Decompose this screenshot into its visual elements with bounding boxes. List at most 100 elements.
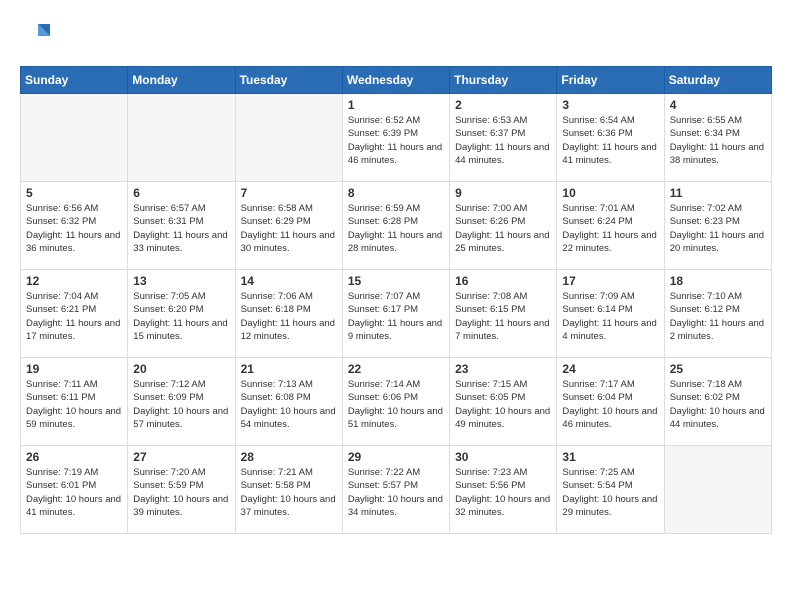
day-info: Sunrise: 7:15 AMSunset: 6:05 PMDaylight:… (455, 378, 551, 431)
calendar-day: 12 Sunrise: 7:04 AMSunset: 6:21 PMDayligh… (21, 270, 128, 358)
day-number: 21 (241, 362, 337, 376)
weekday-header: Wednesday (342, 67, 449, 94)
day-info: Sunrise: 7:08 AMSunset: 6:15 PMDaylight:… (455, 290, 551, 343)
day-number: 8 (348, 186, 444, 200)
day-number: 3 (562, 98, 658, 112)
calendar-day: 18 Sunrise: 7:10 AMSunset: 6:12 PMDayligh… (664, 270, 771, 358)
day-info: Sunrise: 7:11 AMSunset: 6:11 PMDaylight:… (26, 378, 122, 431)
weekday-header: Monday (128, 67, 235, 94)
weekday-header: Saturday (664, 67, 771, 94)
day-info: Sunrise: 7:23 AMSunset: 5:56 PMDaylight:… (455, 466, 551, 519)
day-number: 10 (562, 186, 658, 200)
calendar-day (664, 446, 771, 534)
day-number: 13 (133, 274, 229, 288)
day-number: 24 (562, 362, 658, 376)
day-number: 18 (670, 274, 766, 288)
day-number: 7 (241, 186, 337, 200)
calendar-day: 1Sunrise: 6:52 AMSunset: 6:39 PMDaylight… (342, 94, 449, 182)
day-info: Sunrise: 7:01 AMSunset: 6:24 PMDaylight:… (562, 202, 658, 255)
day-number: 6 (133, 186, 229, 200)
weekday-header: Thursday (450, 67, 557, 94)
day-info: Sunrise: 7:21 AMSunset: 5:58 PMDaylight:… (241, 466, 337, 519)
calendar-day: 25 Sunrise: 7:18 AMSunset: 6:02 PMDayligh… (664, 358, 771, 446)
calendar-week-row: 5Sunrise: 6:56 AMSunset: 6:32 PMDaylight… (21, 182, 772, 270)
calendar-day: 14 Sunrise: 7:06 AMSunset: 6:18 PMDayligh… (235, 270, 342, 358)
day-info: Sunrise: 7:12 AMSunset: 6:09 PMDaylight:… (133, 378, 229, 431)
day-number: 22 (348, 362, 444, 376)
day-info: Sunrise: 7:25 AMSunset: 5:54 PMDaylight:… (562, 466, 658, 519)
calendar-day: 3 Sunrise: 6:54 AMSunset: 6:36 PMDaylight… (557, 94, 664, 182)
day-info: Sunrise: 7:04 AMSunset: 6:21 PMDaylight:… (26, 290, 122, 343)
day-number: 14 (241, 274, 337, 288)
calendar-day: 27 Sunrise: 7:20 AMSunset: 5:59 PMDayligh… (128, 446, 235, 534)
calendar-day: 17 Sunrise: 7:09 AMSunset: 6:14 PMDayligh… (557, 270, 664, 358)
calendar-day: 9 Sunrise: 7:00 AMSunset: 6:26 PMDaylight… (450, 182, 557, 270)
day-number: 27 (133, 450, 229, 464)
day-info: Sunrise: 6:53 AMSunset: 6:37 PMDaylight:… (455, 114, 551, 167)
day-info: Sunrise: 7:07 AMSunset: 6:17 PMDaylight:… (348, 290, 444, 343)
day-info: Sunrise: 6:52 AMSunset: 6:39 PMDaylight:… (348, 114, 444, 167)
day-number: 29 (348, 450, 444, 464)
day-number: 28 (241, 450, 337, 464)
day-info: Sunrise: 7:00 AMSunset: 6:26 PMDaylight:… (455, 202, 551, 255)
calendar-day: 21 Sunrise: 7:13 AMSunset: 6:08 PMDayligh… (235, 358, 342, 446)
day-info: Sunrise: 7:06 AMSunset: 6:18 PMDaylight:… (241, 290, 337, 343)
day-number: 9 (455, 186, 551, 200)
logo-icon (20, 20, 50, 50)
day-info: Sunrise: 6:54 AMSunset: 6:36 PMDaylight:… (562, 114, 658, 167)
calendar-day: 7 Sunrise: 6:58 AMSunset: 6:29 PMDaylight… (235, 182, 342, 270)
calendar-day: 4 Sunrise: 6:55 AMSunset: 6:34 PMDaylight… (664, 94, 771, 182)
calendar-day: 10 Sunrise: 7:01 AMSunset: 6:24 PMDayligh… (557, 182, 664, 270)
day-info: Sunrise: 7:10 AMSunset: 6:12 PMDaylight:… (670, 290, 766, 343)
calendar-day: 20 Sunrise: 7:12 AMSunset: 6:09 PMDayligh… (128, 358, 235, 446)
calendar-day (128, 94, 235, 182)
day-number: 31 (562, 450, 658, 464)
calendar-week-row: 26 Sunrise: 7:19 AMSunset: 6:01 PMDayligh… (21, 446, 772, 534)
day-info: Sunrise: 6:58 AMSunset: 6:29 PMDaylight:… (241, 202, 337, 255)
day-info: Sunrise: 6:55 AMSunset: 6:34 PMDaylight:… (670, 114, 766, 167)
calendar-week-row: 19Sunrise: 7:11 AMSunset: 6:11 PMDayligh… (21, 358, 772, 446)
calendar-day: 15Sunrise: 7:07 AMSunset: 6:17 PMDayligh… (342, 270, 449, 358)
day-number: 4 (670, 98, 766, 112)
day-number: 20 (133, 362, 229, 376)
weekday-header: Tuesday (235, 67, 342, 94)
calendar-table: SundayMondayTuesdayWednesdayThursdayFrid… (20, 66, 772, 534)
calendar-week-row: 1Sunrise: 6:52 AMSunset: 6:39 PMDaylight… (21, 94, 772, 182)
calendar-day: 24 Sunrise: 7:17 AMSunset: 6:04 PMDayligh… (557, 358, 664, 446)
logo (20, 20, 54, 50)
day-info: Sunrise: 7:09 AMSunset: 6:14 PMDaylight:… (562, 290, 658, 343)
day-info: Sunrise: 7:19 AMSunset: 6:01 PMDaylight:… (26, 466, 122, 519)
day-number: 23 (455, 362, 551, 376)
calendar-day: 16 Sunrise: 7:08 AMSunset: 6:15 PMDayligh… (450, 270, 557, 358)
day-info: Sunrise: 7:02 AMSunset: 6:23 PMDaylight:… (670, 202, 766, 255)
calendar-day: 8 Sunrise: 6:59 AMSunset: 6:28 PMDaylight… (342, 182, 449, 270)
day-info: Sunrise: 7:18 AMSunset: 6:02 PMDaylight:… (670, 378, 766, 431)
calendar-week-row: 12 Sunrise: 7:04 AMSunset: 6:21 PMDayligh… (21, 270, 772, 358)
calendar-day: 26 Sunrise: 7:19 AMSunset: 6:01 PMDayligh… (21, 446, 128, 534)
calendar-day: 31 Sunrise: 7:25 AMSunset: 5:54 PMDayligh… (557, 446, 664, 534)
day-number: 12 (26, 274, 122, 288)
page-header (20, 20, 772, 50)
calendar-day: 13 Sunrise: 7:05 AMSunset: 6:20 PMDayligh… (128, 270, 235, 358)
day-info: Sunrise: 6:59 AMSunset: 6:28 PMDaylight:… (348, 202, 444, 255)
day-info: Sunrise: 7:20 AMSunset: 5:59 PMDaylight:… (133, 466, 229, 519)
calendar-day (235, 94, 342, 182)
day-number: 16 (455, 274, 551, 288)
day-number: 11 (670, 186, 766, 200)
calendar-day: 2Sunrise: 6:53 AMSunset: 6:37 PMDaylight… (450, 94, 557, 182)
weekday-header: Friday (557, 67, 664, 94)
day-info: Sunrise: 7:14 AMSunset: 6:06 PMDaylight:… (348, 378, 444, 431)
day-number: 25 (670, 362, 766, 376)
day-number: 26 (26, 450, 122, 464)
day-info: Sunrise: 7:13 AMSunset: 6:08 PMDaylight:… (241, 378, 337, 431)
calendar-day: 30Sunrise: 7:23 AMSunset: 5:56 PMDayligh… (450, 446, 557, 534)
day-number: 5 (26, 186, 122, 200)
calendar-day: 29Sunrise: 7:22 AMSunset: 5:57 PMDayligh… (342, 446, 449, 534)
day-info: Sunrise: 6:57 AMSunset: 6:31 PMDaylight:… (133, 202, 229, 255)
calendar-day: 28 Sunrise: 7:21 AMSunset: 5:58 PMDayligh… (235, 446, 342, 534)
calendar-day: 22 Sunrise: 7:14 AMSunset: 6:06 PMDayligh… (342, 358, 449, 446)
day-info: Sunrise: 7:17 AMSunset: 6:04 PMDaylight:… (562, 378, 658, 431)
calendar-day: 19Sunrise: 7:11 AMSunset: 6:11 PMDayligh… (21, 358, 128, 446)
day-number: 17 (562, 274, 658, 288)
day-info: Sunrise: 7:05 AMSunset: 6:20 PMDaylight:… (133, 290, 229, 343)
